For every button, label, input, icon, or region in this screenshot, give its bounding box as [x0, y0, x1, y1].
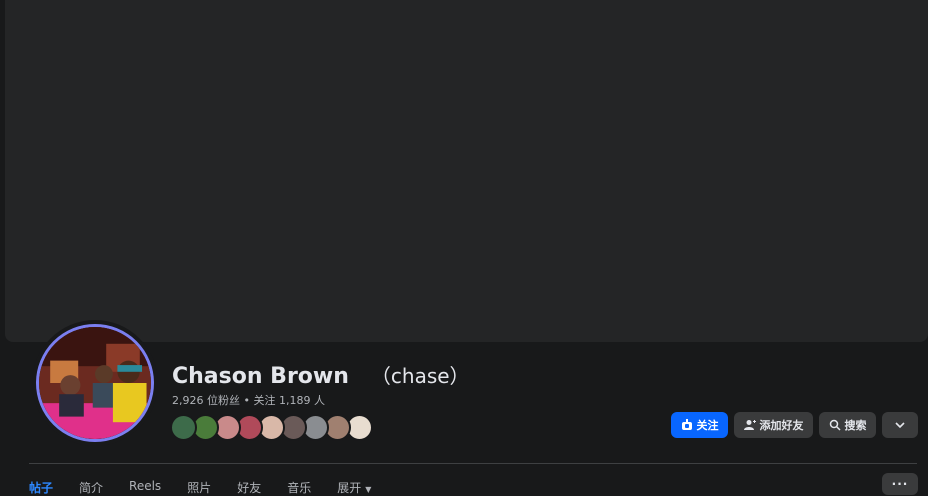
tabs-more-button[interactable]: ···: [882, 473, 918, 495]
profile-tabs: 帖子 简介 Reels 照片 好友 音乐 展开 ▼: [29, 479, 397, 496]
add-friend-label: 添加好友: [759, 419, 804, 432]
more-options-dropdown-button[interactable]: [882, 412, 918, 438]
friends-preview[interactable]: [170, 414, 373, 441]
chevron-down-icon: [895, 422, 905, 429]
follow-button[interactable]: 关注: [671, 412, 728, 438]
tab-4[interactable]: 好友: [237, 479, 261, 496]
profile-name-row: Chason Brown （chase）: [172, 360, 470, 389]
tab-2[interactable]: Reels: [129, 479, 161, 496]
tab-3[interactable]: 照片: [187, 479, 211, 496]
tab-1[interactable]: 简介: [79, 479, 103, 496]
follow-icon: [681, 419, 692, 430]
profile-stats[interactable]: 2,926 位粉丝 • 关注 1,189 人: [172, 392, 325, 408]
search-icon: [829, 419, 841, 431]
search-button[interactable]: 搜索: [819, 412, 876, 438]
add-friend-button[interactable]: 添加好友: [734, 412, 813, 438]
tabs-divider: [29, 463, 917, 464]
profile-alternate-name: （chase）: [370, 364, 470, 388]
tab-5[interactable]: 音乐: [287, 479, 311, 496]
add-friend-icon: [743, 420, 756, 430]
search-label: 搜索: [844, 419, 867, 432]
cover-photo[interactable]: [5, 0, 928, 342]
profile-avatar[interactable]: [32, 320, 158, 446]
friend-avatar[interactable]: [170, 414, 197, 441]
avatar-image: [36, 324, 154, 442]
follow-label: 关注: [696, 419, 719, 432]
tab-0[interactable]: 帖子: [29, 479, 53, 496]
tab-6[interactable]: 展开 ▼: [337, 479, 371, 496]
profile-name: Chason Brown: [172, 364, 349, 389]
tab-label: Reels: [129, 479, 162, 493]
